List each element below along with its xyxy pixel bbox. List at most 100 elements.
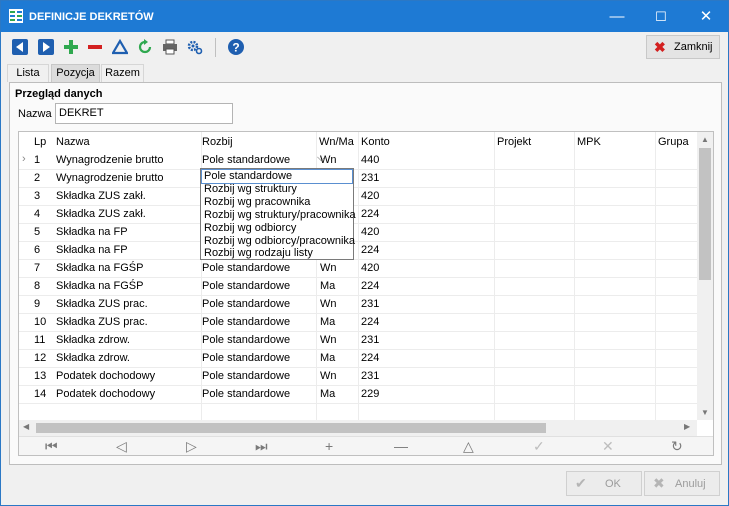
cell-rozbij[interactable]: Pole standardowe <box>202 154 290 166</box>
cell-wnma[interactable]: Ma <box>320 280 335 292</box>
cell-konto[interactable]: 231 <box>361 334 379 346</box>
horizontal-scrollbar[interactable]: ◀ ▶ <box>19 420 697 436</box>
scroll-left-icon[interactable]: ◀ <box>23 422 29 431</box>
refresh-record-icon[interactable]: ↻ <box>671 438 683 455</box>
remove-icon[interactable] <box>87 39 103 55</box>
cell-rozbij[interactable]: Pole standardowe <box>202 298 290 310</box>
cell-konto[interactable]: 224 <box>361 316 379 328</box>
cell-nazwa[interactable]: Składka na FGŚP <box>56 262 143 274</box>
dropdown-option[interactable]: Rozbij wg struktury <box>202 183 352 196</box>
table-row[interactable]: › 1 Wynagrodzenie brutto Pole standardowe Wn… <box>19 152 697 170</box>
name-field[interactable]: DEKRET <box>55 103 233 124</box>
vertical-scrollbar[interactable]: ▲ ▼ <box>697 132 713 420</box>
cell-nazwa[interactable]: Składka na FGŚP <box>56 280 143 292</box>
column-header[interactable]: Grupa <box>658 136 689 148</box>
cell-lp[interactable]: 9 <box>34 298 40 310</box>
cell-konto[interactable]: 224 <box>361 244 379 256</box>
cell-konto[interactable]: 440 <box>361 154 379 166</box>
column-header[interactable]: MPK <box>577 136 601 148</box>
settings-icon[interactable] <box>187 39 203 55</box>
tab-razem[interactable]: Razem <box>101 64 144 82</box>
cell-rozbij[interactable]: Pole standardowe <box>202 370 290 382</box>
cell-konto[interactable]: 420 <box>361 190 379 202</box>
column-header[interactable]: Projekt <box>497 136 531 148</box>
prev-record-icon[interactable]: ◁ <box>116 438 127 455</box>
cell-wnma[interactable]: Wn <box>320 298 337 310</box>
add-record-icon[interactable]: + <box>325 438 333 454</box>
cell-lp[interactable]: 4 <box>34 208 40 220</box>
horizontal-scroll-thumb[interactable] <box>36 423 546 433</box>
cell-lp[interactable]: 5 <box>34 226 40 238</box>
table-row[interactable]: 10 Składka ZUS prac. Pole standardowe Ma 224 <box>19 314 697 332</box>
cell-nazwa[interactable]: Składka na FP <box>56 226 128 238</box>
cell-lp[interactable]: 11 <box>34 334 45 346</box>
cell-lp[interactable]: 6 <box>34 244 40 256</box>
cell-rozbij[interactable]: Pole standardowe <box>202 388 290 400</box>
ok-button[interactable]: ✔ OK <box>566 471 642 496</box>
close-window-button[interactable]: ✕ <box>684 1 728 32</box>
cell-wnma[interactable]: Wn <box>320 370 337 382</box>
refresh-icon[interactable] <box>137 39 153 55</box>
cancel-button[interactable]: ✖ Anuluj <box>644 471 720 496</box>
next-record-icon[interactable]: ▷ <box>186 438 197 455</box>
cancel-record-icon[interactable]: ✕ <box>602 438 614 455</box>
cell-nazwa[interactable]: Wynagrodzenie brutto <box>56 172 164 184</box>
last-record-icon[interactable]: ⏭ <box>255 438 268 455</box>
cell-nazwa[interactable]: Składka zdrow. <box>56 334 130 346</box>
column-header[interactable]: Konto <box>361 136 390 148</box>
cell-nazwa[interactable]: Składka ZUS zakł. <box>56 208 146 220</box>
cell-rozbij[interactable]: Pole standardowe <box>202 316 290 328</box>
edit-icon[interactable] <box>112 39 128 55</box>
cell-nazwa[interactable]: Składka ZUS prac. <box>56 316 148 328</box>
scroll-up-icon[interactable]: ▲ <box>701 135 709 144</box>
cell-nazwa[interactable]: Podatek dochodowy <box>56 388 155 400</box>
next-icon[interactable] <box>38 39 54 55</box>
scroll-right-icon[interactable]: ▶ <box>684 422 690 431</box>
dropdown-option[interactable]: Rozbij wg pracownika <box>202 196 352 209</box>
confirm-record-icon[interactable]: ✓ <box>533 438 545 455</box>
edit-record-icon[interactable]: △ <box>463 438 474 455</box>
cell-lp[interactable]: 1 <box>34 154 40 166</box>
cell-wnma[interactable]: Wn <box>320 262 337 274</box>
cell-nazwa[interactable]: Wynagrodzenie brutto <box>56 154 164 166</box>
prev-icon[interactable] <box>12 39 28 55</box>
table-row[interactable]: 11 Składka zdrow. Pole standardowe Wn 231 <box>19 332 697 350</box>
add-icon[interactable] <box>63 39 79 55</box>
table-row[interactable]: 13 Podatek dochodowy Pole standardowe Wn 231 <box>19 368 697 386</box>
column-header[interactable]: Wn/Ma <box>319 136 354 148</box>
cell-lp[interactable]: 7 <box>34 262 40 274</box>
table-row[interactable]: 9 Składka ZUS prac. Pole standardowe Wn 231 <box>19 296 697 314</box>
table-row[interactable]: 3 Składka ZUS zakł. 420 <box>19 188 697 206</box>
cell-rozbij[interactable]: Pole standardowe <box>202 334 290 346</box>
table-row[interactable]: 14 Podatek dochodowy Pole standardowe Ma 229 <box>19 386 697 404</box>
table-row[interactable]: 6 Składka na FP 224 <box>19 242 697 260</box>
cell-nazwa[interactable]: Składka na FP <box>56 244 128 256</box>
cell-rozbij[interactable]: Pole standardowe <box>202 280 290 292</box>
cell-wnma[interactable]: Wn <box>320 334 337 346</box>
close-button[interactable]: ✖ Zamknij <box>646 35 720 59</box>
cell-konto[interactable]: 229 <box>361 388 379 400</box>
cell-lp[interactable]: 8 <box>34 280 40 292</box>
first-record-icon[interactable]: ⏮ <box>45 438 58 455</box>
table-row[interactable]: 8 Składka na FGŚP Pole standardowe Ma 224 <box>19 278 697 296</box>
dropdown-option[interactable]: Rozbij wg rodzaju listy <box>202 247 352 260</box>
tab-lista[interactable]: Lista <box>7 64 49 82</box>
cell-konto[interactable]: 224 <box>361 280 379 292</box>
cell-lp[interactable]: 12 <box>34 352 46 364</box>
cell-rozbij[interactable]: Pole standardowe <box>202 262 290 274</box>
cell-lp[interactable]: 10 <box>34 316 46 328</box>
remove-record-icon[interactable]: — <box>394 438 408 454</box>
cell-konto[interactable]: 231 <box>361 298 379 310</box>
cell-nazwa[interactable]: Składka ZUS zakł. <box>56 190 146 202</box>
minimize-button[interactable]: — <box>595 1 639 32</box>
table-row[interactable]: 7 Składka na FGŚP Pole standardowe Wn 420 <box>19 260 697 278</box>
cell-wnma[interactable]: Ma <box>320 388 335 400</box>
cell-lp[interactable]: 13 <box>34 370 46 382</box>
cell-nazwa[interactable]: Składka ZUS prac. <box>56 298 148 310</box>
chevron-down-icon[interactable]: ⌵ <box>317 152 325 165</box>
cell-wnma[interactable]: Ma <box>320 352 335 364</box>
help-icon[interactable]: ? <box>228 39 244 55</box>
cell-lp[interactable]: 2 <box>34 172 40 184</box>
cell-konto[interactable]: 231 <box>361 172 379 184</box>
cell-konto[interactable]: 224 <box>361 352 379 364</box>
